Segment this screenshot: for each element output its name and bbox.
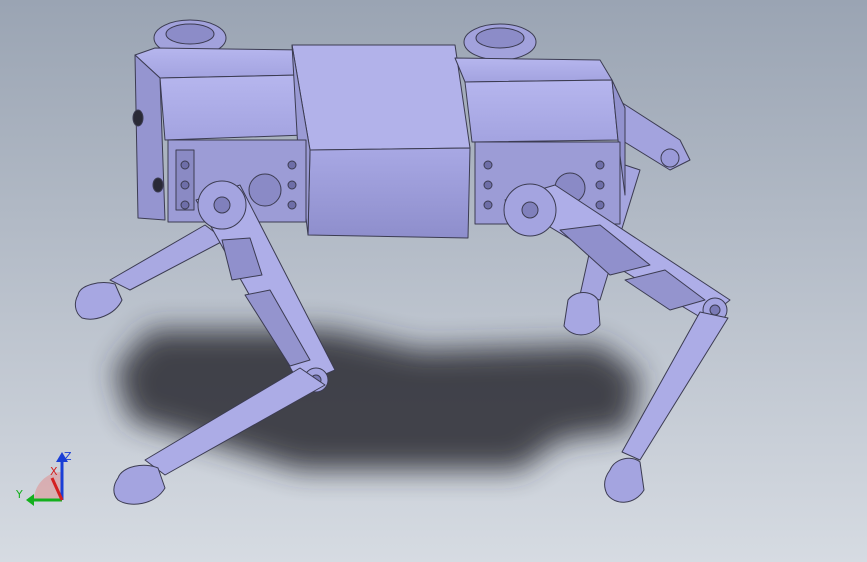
- body-center-module[interactable]: [291, 44, 471, 239]
- y-axis-arrowhead: [26, 494, 34, 506]
- y-axis-label: Y: [15, 488, 23, 501]
- z-axis-label: Z: [64, 450, 72, 463]
- graphics-viewport[interactable]: Z X Y: [0, 0, 867, 562]
- rear-hip-motor-right[interactable]: [463, 23, 537, 61]
- coordinate-triad: Z X Y: [15, 450, 72, 506]
- triad-plane: [34, 472, 62, 500]
- x-axis-label: X: [50, 465, 58, 478]
- robot-dog-model[interactable]: Z X Y: [0, 0, 867, 562]
- far-left-leg[interactable]: [74, 224, 226, 320]
